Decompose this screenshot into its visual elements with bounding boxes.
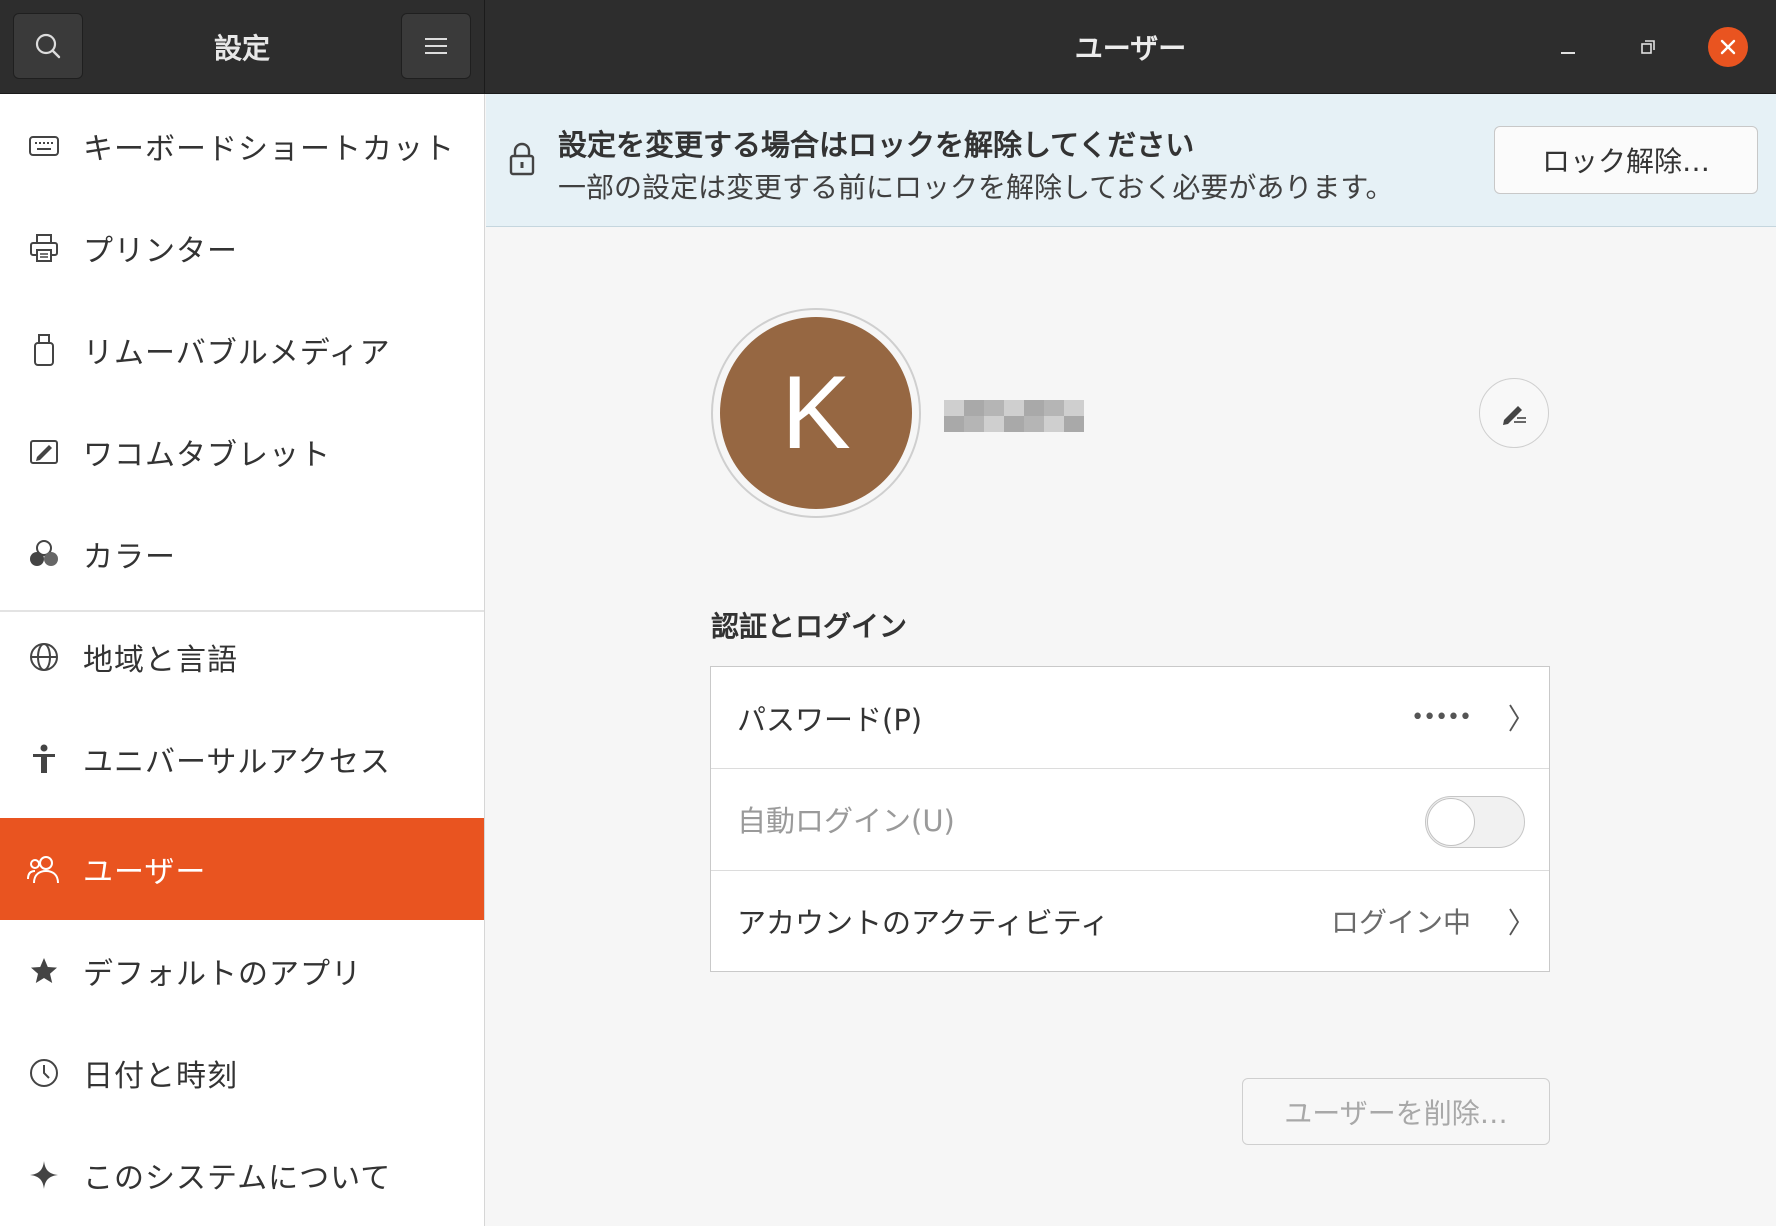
content-header: ユーザー <box>485 0 1776 94</box>
sidebar-item-users[interactable]: ユーザー <box>0 818 484 920</box>
sidebar-item-label: リムーバブルメディア <box>83 336 391 371</box>
sidebar-item-label: このシステムについて <box>83 1161 392 1196</box>
infobar-title: 設定を変更する場合はロックを解除してください <box>558 128 1195 162</box>
sidebar-header: 設定 <box>0 0 485 94</box>
account-activity-row[interactable]: アカウントのアクティビティ ログイン中 <box>711 870 1549 971</box>
clock-icon <box>22 1051 66 1095</box>
hamburger-icon <box>425 38 447 54</box>
sidebar-item-region-language[interactable]: 地域と言語 <box>0 606 484 708</box>
sidebar-item-keyboard[interactable]: キーボードショートカット <box>0 95 484 197</box>
edit-name-button[interactable] <box>1479 378 1549 448</box>
sidebar-item-label: ユニバーサルアクセス <box>83 745 391 780</box>
password-row[interactable]: パスワード(P) ••••• <box>711 667 1549 768</box>
tablet-icon <box>22 430 66 474</box>
sidebar-item-default-apps[interactable]: デフォルトのアプリ <box>0 920 484 1022</box>
header-bar: 設定 ユーザー <box>0 0 1776 94</box>
minimize-icon <box>1561 52 1575 54</box>
menu-button[interactable] <box>401 13 471 79</box>
sidebar-item-wacom[interactable]: ワコムタブレット <box>0 401 484 503</box>
avatar[interactable]: K <box>720 317 912 509</box>
accessibility-icon <box>22 737 66 781</box>
sidebar-item-about[interactable]: このシステムについて <box>0 1124 484 1226</box>
sidebar-item-removable-media[interactable]: リムーバブルメディア <box>0 299 484 401</box>
settings-title: 設定 <box>213 32 270 65</box>
sidebar-item-label: 地域と言語 <box>83 643 238 678</box>
password-value: ••••• <box>1411 705 1472 730</box>
search-button[interactable] <box>13 13 83 79</box>
sidebar-item-universal-access[interactable]: ユニバーサルアクセス <box>0 708 484 810</box>
chevron-right-icon <box>1509 704 1520 732</box>
maximize-button[interactable] <box>1628 27 1668 67</box>
unlock-button[interactable]: ロック解除… <box>1494 126 1758 194</box>
account-activity-value: ログイン中 <box>1330 906 1471 939</box>
lock-icon <box>508 142 536 180</box>
remove-user-button[interactable]: ユーザーを削除… <box>1242 1078 1550 1145</box>
minimize-button[interactable] <box>1548 27 1588 67</box>
password-label: パスワード(P) <box>737 702 923 737</box>
chevron-right-icon <box>1509 908 1520 936</box>
star-icon <box>22 949 66 993</box>
auth-section-title: 認証とログイン <box>711 610 908 643</box>
sidebar-item-label: デフォルトのアプリ <box>83 957 362 992</box>
restore-icon <box>1641 40 1655 54</box>
toggle-knob <box>1427 798 1475 846</box>
keyboard-icon <box>22 124 66 168</box>
auth-listbox: パスワード(P) ••••• 自動ログイン(U) アカウントのアクティビティ ロ… <box>710 666 1550 972</box>
removable-media-icon <box>22 328 66 372</box>
autologin-row: 自動ログイン(U) <box>711 768 1549 869</box>
pencil-icon <box>1503 406 1526 425</box>
users-icon <box>22 847 66 891</box>
sparkle-icon <box>22 1153 66 1197</box>
globe-icon <box>22 635 66 679</box>
infobar-subtitle: 一部の設定は変更する前にロックを解除しておく必要があります。 <box>558 171 1394 204</box>
sidebar-item-label: キーボードショートカット <box>83 132 455 167</box>
sidebar-item-date-time[interactable]: 日付と時刻 <box>0 1022 484 1124</box>
close-button[interactable] <box>1708 27 1748 67</box>
search-icon <box>35 33 61 59</box>
unlock-infobar: 設定を変更する場合はロックを解除してください 一部の設定は変更する前にロックを解… <box>486 94 1776 227</box>
sidebar-item-color[interactable]: カラー <box>0 503 484 605</box>
sidebar-item-printers[interactable]: プリンター <box>0 197 484 299</box>
sidebar-item-label: ワコムタブレット <box>83 438 331 473</box>
sidebar-item-label: ユーザー <box>83 855 207 890</box>
account-activity-label: アカウントのアクティビティ <box>737 906 1110 940</box>
autologin-label: 自動ログイン(U) <box>737 804 955 838</box>
autologin-toggle[interactable] <box>1425 796 1525 848</box>
username-redacted <box>944 400 1084 432</box>
close-icon <box>1720 39 1736 55</box>
sidebar-item-label: プリンター <box>83 234 238 269</box>
printer-icon <box>22 226 66 270</box>
sidebar-item-label: カラー <box>83 540 176 575</box>
sidebar: キーボードショートカット プリンター リムーバブルメディア ワコムタブレット カ… <box>0 94 485 1226</box>
sidebar-item-label: 日付と時刻 <box>83 1059 238 1094</box>
color-icon <box>22 532 66 576</box>
